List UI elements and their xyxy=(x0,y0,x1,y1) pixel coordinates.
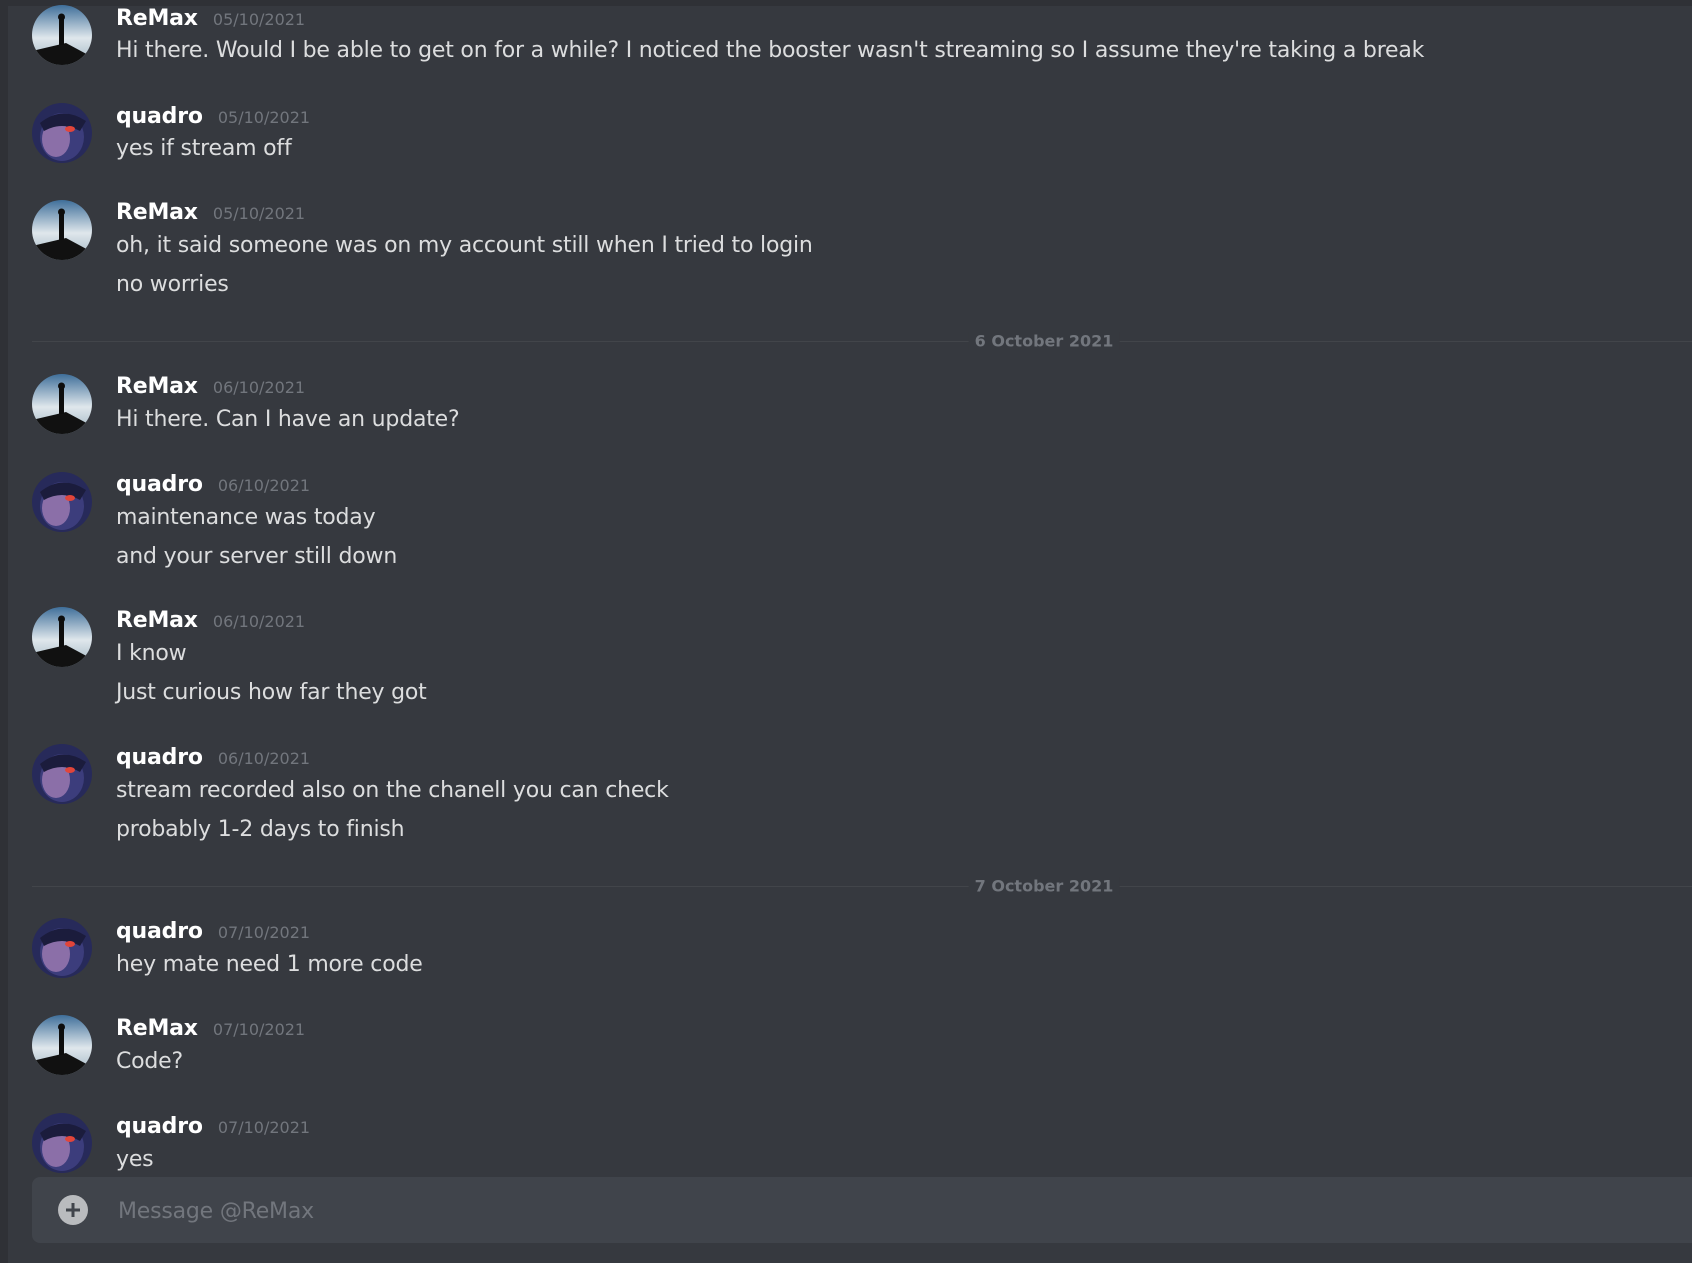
quadro-avatar[interactable] xyxy=(32,103,92,163)
remax-avatar-image xyxy=(32,200,92,260)
message-text: maintenance was today xyxy=(116,505,376,530)
remax-avatar[interactable] xyxy=(32,5,92,65)
remax-avatar[interactable] xyxy=(32,607,92,667)
remax-avatar[interactable] xyxy=(32,374,92,434)
message-text: yes xyxy=(116,1147,154,1172)
remax-avatar-image xyxy=(32,5,92,65)
message-text: probably 1-2 days to finish xyxy=(116,817,405,842)
remax-avatar-image xyxy=(32,1015,92,1075)
dm-chat-window: ReMax 05/10/2021 Hi there. Would I be ab… xyxy=(0,0,1692,1263)
message-composer xyxy=(32,1177,1692,1243)
date-divider xyxy=(32,886,1692,887)
quadro-avatar-image xyxy=(32,1113,92,1173)
username[interactable]: quadro xyxy=(116,745,203,770)
message-text: and your server still down xyxy=(116,544,398,569)
message-timestamp: 07/10/2021 xyxy=(212,1020,306,1039)
username[interactable]: ReMax xyxy=(116,200,198,225)
message-text: Hi there. Can I have an update? xyxy=(116,407,460,432)
quadro-avatar-image xyxy=(32,918,92,978)
message-timestamp: 05/10/2021 xyxy=(212,10,306,29)
message-input[interactable] xyxy=(116,1191,1660,1231)
quadro-avatar-image xyxy=(32,472,92,532)
message-timestamp: 07/10/2021 xyxy=(217,1118,311,1137)
message-text: hey mate need 1 more code xyxy=(116,952,423,977)
message-text: Hi there. Would I be able to get on for … xyxy=(116,38,1425,63)
username[interactable]: ReMax xyxy=(116,6,198,31)
username[interactable]: ReMax xyxy=(116,374,198,399)
sidebar-edge xyxy=(0,0,8,1263)
date-divider-label: 6 October 2021 xyxy=(968,331,1120,351)
message-text: I know xyxy=(116,641,187,666)
message-text: Just curious how far they got xyxy=(116,680,427,705)
message-timestamp: 05/10/2021 xyxy=(212,204,306,223)
message-text: Code? xyxy=(116,1049,183,1074)
plus-circle-icon[interactable] xyxy=(58,1195,88,1225)
username[interactable]: ReMax xyxy=(116,1016,198,1041)
quadro-avatar[interactable] xyxy=(32,1113,92,1173)
message-text: yes if stream off xyxy=(116,136,292,161)
message-timestamp: 07/10/2021 xyxy=(217,923,311,942)
quadro-avatar[interactable] xyxy=(32,918,92,978)
message-text: stream recorded also on the chanell you … xyxy=(116,778,669,803)
remax-avatar-image xyxy=(32,607,92,667)
message-timestamp: 06/10/2021 xyxy=(217,749,311,768)
message-timestamp: 06/10/2021 xyxy=(217,476,311,495)
date-divider-label: 7 October 2021 xyxy=(968,876,1120,896)
message-timestamp: 06/10/2021 xyxy=(212,612,306,631)
message-timestamp: 06/10/2021 xyxy=(212,378,306,397)
username[interactable]: quadro xyxy=(116,472,203,497)
username[interactable]: quadro xyxy=(116,104,203,129)
username[interactable]: quadro xyxy=(116,1114,203,1139)
username[interactable]: quadro xyxy=(116,919,203,944)
remax-avatar[interactable] xyxy=(32,1015,92,1075)
quadro-avatar[interactable] xyxy=(32,472,92,532)
message-text: no worries xyxy=(116,272,229,297)
message-text: oh, it said someone was on my account st… xyxy=(116,233,813,258)
message-timestamp: 05/10/2021 xyxy=(217,108,311,127)
date-divider xyxy=(32,341,1692,342)
remax-avatar-image xyxy=(32,374,92,434)
username[interactable]: ReMax xyxy=(116,608,198,633)
quadro-avatar-image xyxy=(32,744,92,804)
remax-avatar[interactable] xyxy=(32,200,92,260)
quadro-avatar-image xyxy=(32,103,92,163)
quadro-avatar[interactable] xyxy=(32,744,92,804)
